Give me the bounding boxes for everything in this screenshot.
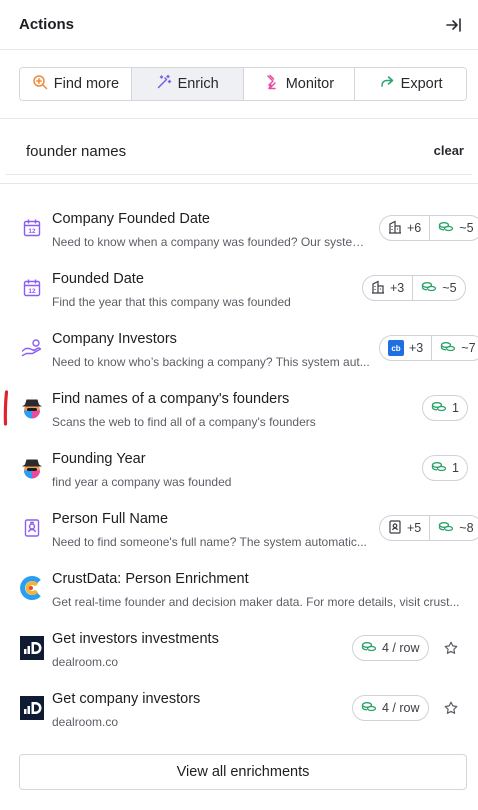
building-icon [388, 220, 402, 237]
credit-pill: +5 ~8 [379, 515, 478, 541]
item-description: dealroom.co [52, 655, 119, 669]
coins-icon [361, 640, 377, 657]
crustdata-logo-icon [20, 576, 44, 600]
divider [6, 174, 472, 175]
item-name: Founding Year [52, 451, 146, 467]
credit-pill: 4 / row [352, 695, 429, 721]
search-plus-icon [32, 74, 48, 94]
magic-wand-icon [156, 74, 172, 94]
tab-enrich[interactable]: Enrich [131, 68, 244, 100]
pill-credits: ~5 [459, 221, 474, 235]
list-item[interactable]: Founding Year find year a company was fo… [0, 438, 478, 498]
pill-credits: ~5 [442, 281, 457, 295]
list-item[interactable]: 12 Company Founded Date Need to know whe… [0, 198, 478, 258]
item-name: Company Investors [52, 331, 177, 347]
tab-label: Find more [53, 76, 120, 92]
item-description: Need to find someone's full name? The sy… [52, 535, 367, 549]
item-name: CrustData: Person Enrichment [52, 571, 249, 587]
calendar-12-icon: 12 [20, 216, 44, 240]
coins-icon [431, 460, 447, 477]
pill-credits: ~8 [459, 521, 474, 535]
panel-title: Actions [19, 16, 75, 33]
pill-credits: ~7 [461, 341, 476, 355]
credit-pill: +6 ~5 [379, 215, 478, 241]
tab-label: Export [400, 76, 443, 92]
credit-pill: 1 [422, 395, 468, 421]
panel-header: Actions [0, 0, 478, 50]
crunchbase-icon: cb [388, 340, 404, 356]
item-description: Scans the web to find all of a company's… [52, 415, 316, 429]
item-name: Get investors investments [52, 631, 219, 647]
list-item[interactable]: Company Investors Need to know who’s bac… [0, 318, 478, 378]
hand-coins-icon [20, 336, 44, 360]
search-input[interactable] [26, 140, 406, 162]
pill-bonus: +3 [409, 341, 424, 355]
coins-icon [361, 700, 377, 717]
pill-bonus: +6 [407, 221, 422, 235]
radar-icon [264, 74, 280, 94]
list-item[interactable]: Find names of a company's founders Scans… [0, 378, 478, 438]
dealroom-logo-icon [20, 636, 44, 660]
list-item[interactable]: Get investors investments dealroom.co 4 … [0, 618, 478, 678]
tab-find-more[interactable]: Find more [20, 68, 132, 100]
id-badge-icon [20, 516, 44, 540]
item-description: find year a company was founded [52, 475, 232, 489]
pill-credits: 4 / row [382, 641, 420, 655]
search-bar: clear [6, 130, 472, 174]
coins-icon [431, 400, 447, 417]
calendar-12-icon: 12 [20, 276, 44, 300]
list-item[interactable]: CrustData: Person Enrichment Get real-ti… [0, 558, 478, 618]
building-icon [371, 280, 385, 297]
svg-text:12: 12 [28, 228, 36, 235]
pill-bonus: +5 [407, 521, 422, 535]
pill-credits: 1 [452, 401, 459, 415]
clear-button[interactable]: clear [434, 143, 464, 158]
tab-label: Monitor [285, 76, 335, 92]
svg-text:12: 12 [28, 288, 36, 295]
coins-icon [440, 340, 456, 357]
list-item[interactable]: Get company investors dealroom.co 4 / ro… [0, 678, 478, 738]
item-name: Person Full Name [52, 511, 169, 527]
divider [0, 183, 478, 184]
item-description: Find the year that this company was foun… [52, 295, 291, 309]
credit-pill: 4 / row [352, 635, 429, 661]
star-icon[interactable] [442, 639, 460, 657]
enrichment-list: 12 Company Founded Date Need to know whe… [0, 198, 478, 738]
dealroom-logo-icon [20, 696, 44, 720]
coins-icon [438, 220, 454, 237]
divider [0, 118, 478, 119]
item-name: Get company investors [52, 691, 201, 707]
coins-icon [438, 520, 454, 537]
item-name: Find names of a company's founders [52, 391, 290, 407]
credit-pill: 1 [422, 455, 468, 481]
action-tabs: Find more Enrich Monitor Export [19, 67, 467, 101]
star-icon[interactable] [442, 699, 460, 717]
id-badge-icon [388, 519, 402, 537]
list-item[interactable]: Person Full Name Need to find someone's … [0, 498, 478, 558]
pill-credits: 1 [452, 461, 459, 475]
tab-export[interactable]: Export [355, 68, 466, 100]
item-description: Get real-time founder and decision maker… [52, 595, 460, 609]
tab-label: Enrich [177, 76, 219, 92]
item-description: dealroom.co [52, 715, 119, 729]
spy-agent-icon [20, 396, 44, 420]
tab-monitor[interactable]: Monitor [243, 68, 356, 100]
item-name: Company Founded Date [52, 211, 210, 227]
credit-pill: cb +3 ~7 [379, 335, 478, 361]
coins-icon [421, 280, 437, 297]
share-arrow-icon [379, 74, 395, 94]
view-all-enrichments-button[interactable]: View all enrichments [19, 754, 467, 790]
pill-bonus: +3 [390, 281, 405, 295]
collapse-right-icon[interactable] [443, 14, 465, 36]
list-item[interactable]: 12 Founded Date Find the year that this … [0, 258, 478, 318]
item-description: Need to know who’s backing a company? Th… [52, 355, 370, 369]
item-description: Need to know when a company was founded?… [52, 235, 370, 249]
item-name: Founded Date [52, 271, 144, 287]
spy-agent-icon [20, 456, 44, 480]
credit-pill: +3 ~5 [362, 275, 466, 301]
pill-credits: 4 / row [382, 701, 420, 715]
